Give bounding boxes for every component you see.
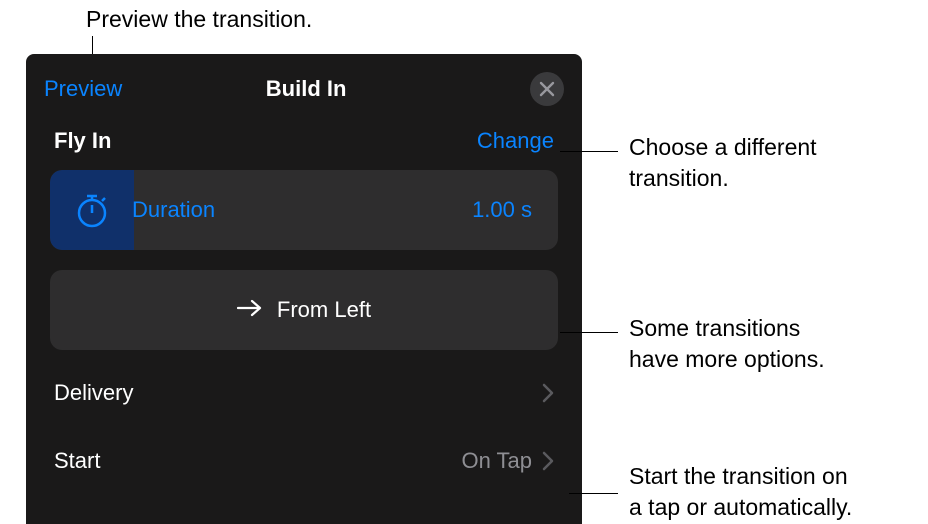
callout-start: Start the transition on a tap or automat…: [629, 461, 852, 523]
callout-text: Start the transition on: [629, 461, 852, 492]
chevron-right-icon: [542, 383, 554, 403]
callout-leadline: [560, 332, 618, 333]
callout-text: transition.: [629, 163, 817, 194]
chevron-right-icon: [542, 451, 554, 471]
duration-value: 1.00 s: [472, 197, 532, 223]
change-button[interactable]: Change: [477, 128, 554, 154]
duration-label: Duration: [132, 197, 472, 223]
close-icon: [539, 81, 555, 97]
stopwatch-icon: [70, 188, 114, 232]
delivery-label: Delivery: [54, 380, 133, 406]
panel-title: Build In: [82, 76, 530, 102]
direction-label: From Left: [277, 297, 371, 323]
start-label: Start: [54, 448, 100, 474]
panel-header: Preview Build In: [26, 54, 582, 114]
start-value: On Tap: [461, 448, 532, 474]
arrow-right-icon: [237, 297, 263, 323]
callout-preview: Preview the transition.: [86, 4, 312, 35]
start-row[interactable]: Start On Tap: [26, 438, 582, 484]
close-button[interactable]: [530, 72, 564, 106]
callout-text: a tap or automatically.: [629, 492, 852, 523]
effect-row: Fly In Change: [26, 114, 582, 170]
callout-text: Choose a different: [629, 132, 817, 163]
callout-text: Some transitions: [629, 313, 825, 344]
callout-change: Choose a different transition.: [629, 132, 817, 194]
build-in-panel: Preview Build In Fly In Change: [26, 54, 582, 524]
callout-text: have more options.: [629, 344, 825, 375]
effect-name: Fly In: [54, 128, 111, 154]
delivery-row[interactable]: Delivery: [26, 370, 582, 416]
duration-slider[interactable]: Duration 1.00 s: [50, 170, 558, 250]
callout-direction: Some transitions have more options.: [629, 313, 825, 375]
callout-leadline: [569, 493, 618, 494]
direction-button[interactable]: From Left: [50, 270, 558, 350]
callout-leadline: [560, 151, 618, 152]
